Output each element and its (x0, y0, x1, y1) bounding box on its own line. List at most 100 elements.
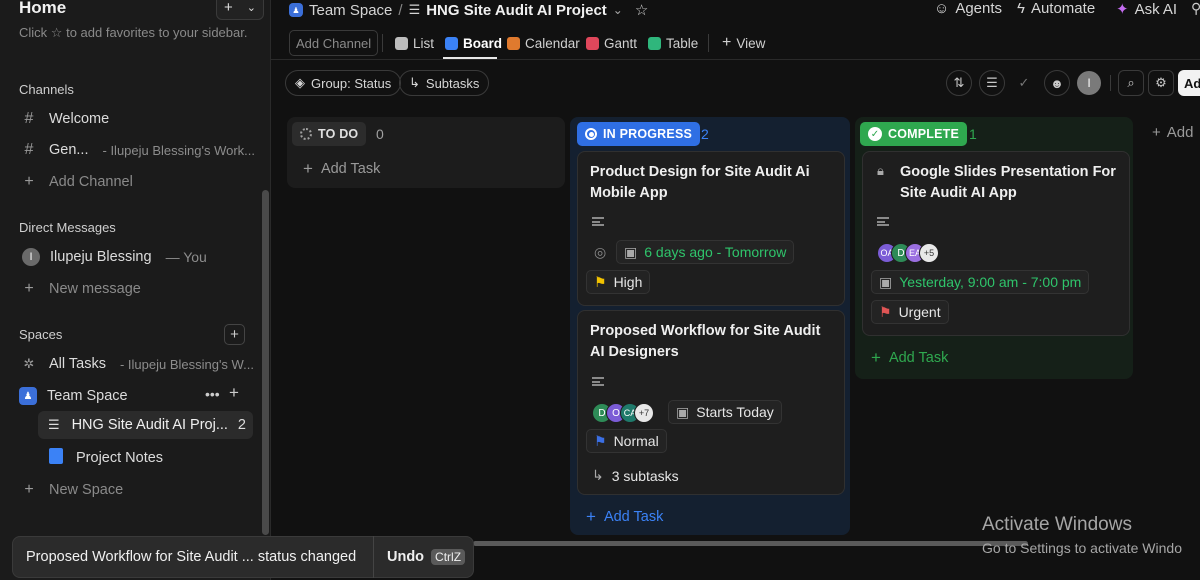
sidebar-scrollbar[interactable] (262, 190, 269, 535)
task-card[interactable]: Proposed Workflow for Site Audit AI Desi… (577, 310, 845, 495)
date-chip[interactable]: ▣ Yesterday, 9:00 am - 7:00 pm (871, 270, 1090, 294)
description-icon (592, 377, 604, 386)
status-change-toast: Proposed Workflow for Site Audit ... sta… (12, 536, 474, 578)
settings-button[interactable]: ⚙ (1148, 70, 1174, 96)
calendar-icon: ▣ (879, 273, 893, 290)
subtasks-link[interactable]: ↳ 3 subtasks (592, 467, 679, 484)
task-card[interactable]: 🔒︎ Google Slides Presentation For Site A… (862, 151, 1130, 336)
dm-item-self[interactable]: I Ilupeju Blessing — You (22, 244, 207, 270)
list-view-icon (395, 36, 408, 50)
closed-tasks-button[interactable]: ✓ (1011, 70, 1037, 96)
more-options-icon[interactable]: ••• (205, 386, 220, 402)
add-task-top-button[interactable]: Ad (1178, 70, 1200, 96)
add-task-button[interactable]: + Add Task (586, 507, 663, 527)
task-title[interactable]: Product Design for Site Audit Ai Mobile … (590, 162, 830, 204)
chevron-down-icon[interactable]: ⌄ (613, 3, 623, 17)
sort-button[interactable]: ⇅ (946, 70, 972, 96)
breadcrumb: ♟ Team Space / ☰ HNG Site Audit AI Proje… (289, 0, 648, 20)
date-chip[interactable]: ▣ 6 days ago - Tomorrow (616, 240, 795, 264)
calendar-view-icon (507, 36, 520, 50)
tab-table[interactable]: Table (648, 32, 698, 54)
priority-chip[interactable]: ⚑ Normal (586, 429, 667, 453)
sidebar-item-team-space[interactable]: ♟ Team Space (19, 383, 128, 409)
add-view-button[interactable]: + View (722, 32, 765, 54)
group-by-button[interactable]: ◈ Group: Status (285, 70, 402, 96)
board-view-icon (445, 36, 458, 50)
team-icon: ♟ (19, 387, 37, 405)
add-space-button[interactable]: + (224, 324, 245, 345)
tab-gantt[interactable]: Gantt (586, 32, 637, 54)
tab-calendar[interactable]: Calendar (507, 32, 580, 54)
add-task-button[interactable]: + Add Task (303, 159, 380, 179)
plus-icon: + (24, 481, 34, 498)
home-title[interactable]: Home (19, 0, 66, 18)
tab-list[interactable]: List (395, 32, 434, 54)
sidebar-item-all-tasks[interactable]: ✲ All Tasks - Ilupeju Blessing's W... (19, 351, 254, 377)
add-channel-link[interactable]: + Add Channel (19, 169, 133, 195)
assignee-placeholder-icon[interactable]: ◎ (594, 244, 606, 261)
ask-ai-button[interactable]: ✦ Ask AI (1116, 0, 1177, 19)
checklist-icon: ☰ (408, 2, 421, 17)
automate-button[interactable]: ϟ Automate (1017, 0, 1095, 17)
filter-button[interactable]: ☰ (979, 70, 1005, 96)
channel-item-welcome[interactable]: # Welcome (19, 106, 110, 132)
plus-icon: + (1152, 124, 1161, 141)
team-space-add-icon[interactable]: + (229, 383, 239, 403)
home-create-button[interactable]: + ⌄ (216, 0, 264, 20)
divider (708, 34, 709, 52)
add-channel-button[interactable]: Add Channel (289, 30, 379, 56)
star-icon[interactable]: ☆ (635, 1, 648, 19)
task-card[interactable]: Product Design for Site Audit Ai Mobile … (577, 151, 845, 306)
active-tab-indicator (443, 57, 497, 59)
check-circle-icon: ✓ (868, 127, 882, 141)
check-circle-icon: ✓ (1018, 75, 1030, 90)
share-icon[interactable]: ⚲ (1191, 0, 1200, 17)
new-space-link[interactable]: + New Space (19, 477, 123, 503)
flag-icon: ⚑ (594, 273, 607, 290)
undo-button[interactable]: Undo CtrlZ (374, 549, 466, 565)
channels-heading[interactable]: Channels (19, 82, 74, 97)
assignee-avatars[interactable]: OA D EA +5 (877, 241, 939, 265)
avatar: I (22, 248, 40, 266)
lightning-icon: ϟ (1017, 0, 1025, 17)
calendar-icon: ▣ (624, 243, 638, 260)
add-group-button[interactable]: + Add (1152, 124, 1193, 141)
toast-message: Proposed Workflow for Site Audit ... sta… (26, 549, 357, 565)
status-badge-todo[interactable]: TO DO (292, 122, 367, 146)
agents-button[interactable]: ☺ Agents (934, 0, 1002, 17)
priority-chip[interactable]: ⚑ High (586, 270, 651, 294)
search-button[interactable]: ⌕ (1118, 70, 1144, 96)
checklist-icon: ☰ (47, 417, 60, 432)
breadcrumb-space[interactable]: Team Space (309, 2, 392, 19)
board-horizontal-scrollbar[interactable] (473, 541, 1028, 546)
breadcrumb-project[interactable]: HNG Site Audit AI Project (426, 2, 607, 19)
new-message-link[interactable]: + New message (19, 276, 141, 302)
asterisk-icon: ✲ (23, 356, 35, 371)
sidebar-item-project-notes[interactable]: Project Notes (46, 445, 163, 471)
channel-item-general[interactable]: # Gen... - Ilupeju Blessing's Work... (19, 137, 255, 163)
subtasks-icon: ↳ (409, 75, 420, 90)
column-count: 0 (376, 126, 384, 142)
divider (382, 34, 383, 52)
search-icon: ⌕ (1127, 75, 1135, 90)
more-assignees-badge: +7 (634, 403, 654, 423)
assignee-filter-button[interactable]: ☻ (1044, 70, 1070, 96)
direct-messages-heading[interactable]: Direct Messages (19, 220, 116, 235)
add-task-button[interactable]: + Add Task (871, 348, 948, 368)
status-badge-in-progress[interactable]: IN PROGRESS (577, 122, 701, 146)
status-badge-complete[interactable]: ✓ COMPLETE (860, 122, 968, 146)
avatar[interactable]: I (1077, 71, 1101, 95)
plus-icon: + (586, 507, 596, 526)
task-title[interactable]: Google Slides Presentation For Site Audi… (900, 162, 1120, 204)
table-view-icon (648, 36, 661, 50)
sidebar-item-project[interactable]: ☰ HNG Site Audit AI Proj... 2 (46, 412, 246, 438)
spaces-heading[interactable]: Spaces (19, 327, 62, 342)
task-title[interactable]: Proposed Workflow for Site Audit AI Desi… (590, 321, 830, 363)
filter-icon: ☰ (986, 75, 998, 90)
assignee-avatars[interactable]: D O CA +7 (592, 401, 654, 425)
tab-board[interactable]: Board (445, 32, 502, 54)
date-chip[interactable]: ▣ Starts Today (668, 400, 782, 424)
subtasks-button[interactable]: ↳ Subtasks (399, 70, 490, 96)
plus-icon: + (303, 159, 313, 178)
priority-chip[interactable]: ⚑ Urgent (871, 300, 949, 324)
